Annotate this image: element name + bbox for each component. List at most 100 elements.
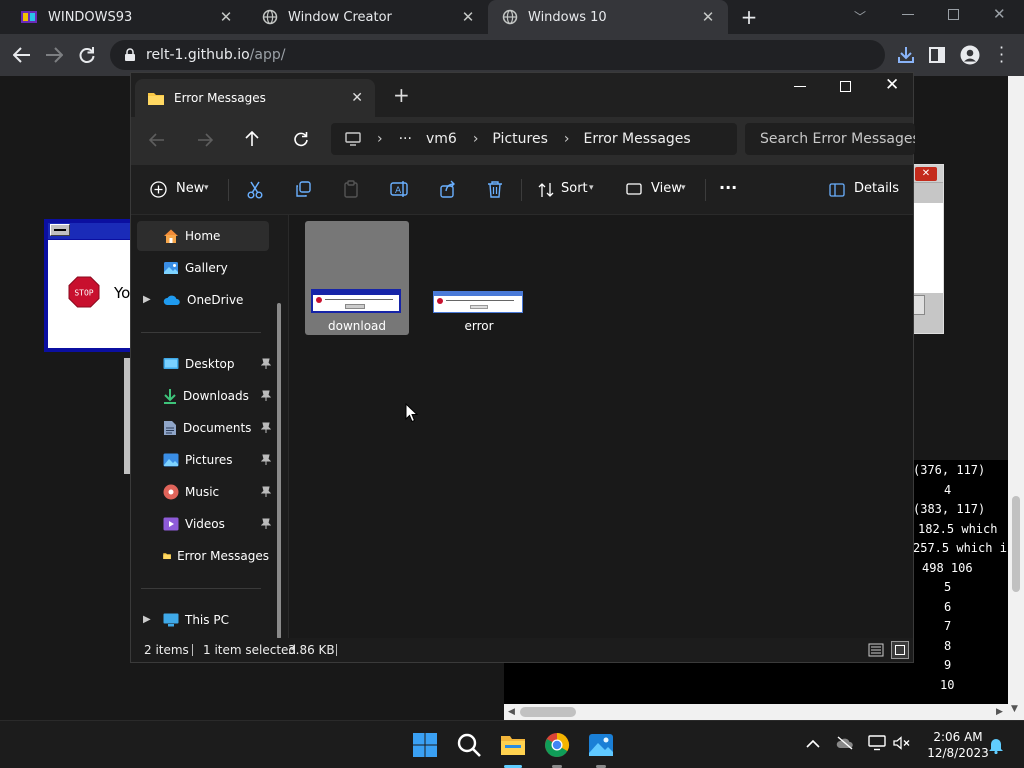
refresh-icon[interactable] [293, 131, 309, 147]
divider [228, 179, 229, 201]
divider [705, 179, 706, 201]
back-arrow-icon[interactable] [13, 47, 31, 63]
close-tab-icon[interactable]: ✕ [700, 8, 716, 26]
up-arrow-icon[interactable] [245, 131, 259, 147]
site-info-icon[interactable] [124, 48, 136, 62]
reload-icon[interactable] [78, 46, 96, 64]
back-arrow-icon[interactable] [149, 133, 165, 147]
browser-tab-window-creator[interactable]: Window Creator ✕ [248, 0, 488, 34]
minimize-window-icon[interactable] [794, 86, 806, 87]
sidebar-item-desktop[interactable]: Desktop [137, 349, 271, 379]
vertical-scroll-thumb[interactable] [1012, 496, 1020, 592]
sidebar-item-onedrive[interactable]: ▶ OneDrive [137, 285, 269, 315]
chevron-right-icon[interactable]: ▶ [143, 294, 151, 305]
address-bar[interactable]: relt-1.github.io/app/ [110, 40, 885, 70]
pin-icon[interactable] [261, 422, 271, 434]
scroll-down-arrow-icon[interactable]: ▼ [1011, 704, 1018, 714]
large-icons-view-toggle-icon[interactable] [891, 641, 909, 659]
divider [521, 179, 522, 201]
file-item-error[interactable]: error [427, 221, 531, 335]
show-hidden-icons-chevron-icon[interactable] [806, 739, 820, 749]
sidebar-item-documents[interactable]: Documents [137, 413, 271, 443]
pin-icon[interactable] [261, 518, 271, 530]
forward-arrow-icon[interactable] [45, 47, 63, 63]
close-tab-icon[interactable]: ✕ [218, 8, 234, 26]
dialog-minimize-button[interactable] [50, 224, 70, 236]
download-icon[interactable] [896, 45, 916, 65]
sidebar-item-home[interactable]: Home [137, 221, 269, 251]
minimize-browser-icon[interactable] [902, 14, 914, 15]
sidebar-item-this-pc[interactable]: ▶ This PC [137, 605, 269, 635]
tab-search-chevron-icon[interactable]: ﹀ [854, 8, 866, 25]
paste-icon[interactable] [343, 180, 359, 198]
notification-bell-icon[interactable] [988, 736, 1004, 754]
close-window-icon[interactable]: ✕ [885, 75, 899, 95]
url-host: relt-1.github.io [146, 47, 250, 63]
browser-menu-kebab-icon[interactable]: · · · [999, 40, 1004, 70]
file-item-download[interactable]: download [305, 221, 409, 335]
scroll-left-arrow-icon[interactable]: ◀ [508, 707, 515, 717]
share-icon[interactable] [439, 180, 457, 198]
close-tab-icon[interactable]: ✕ [460, 8, 476, 26]
breadcrumb-error-messages[interactable]: Error Messages [583, 131, 690, 147]
sidebar-item-gallery[interactable]: Gallery [137, 253, 269, 283]
folder-icon [163, 553, 171, 560]
chrome-icon[interactable] [543, 731, 571, 759]
system-clock[interactable]: 2:06 AM 12/8/2023 [922, 729, 994, 761]
delete-trash-icon[interactable] [487, 180, 503, 198]
breadcrumb-pictures[interactable]: Pictures [492, 131, 547, 147]
file-explorer-taskbar-icon[interactable] [499, 731, 527, 759]
address-breadcrumb[interactable]: › ··· vm6 › Pictures › Error Messages [331, 123, 737, 155]
details-button[interactable]: Details [821, 177, 905, 203]
explorer-tab-error-messages[interactable]: Error Messages ✕ [135, 79, 375, 117]
horizontal-scroll-thumb[interactable] [520, 707, 576, 717]
browser-tab-windows93[interactable]: WINDOWS93 ✕ [6, 0, 246, 34]
side-panel-icon[interactable] [929, 47, 945, 63]
sidebar-item-videos[interactable]: Videos [137, 509, 271, 539]
volume-muted-icon[interactable] [893, 736, 911, 750]
horizontal-scrollbar[interactable]: ◀ ▶ [504, 704, 1008, 720]
new-button[interactable]: New ▾ [143, 177, 219, 203]
maximize-window-icon[interactable] [840, 81, 851, 92]
close-tab-icon[interactable]: ✕ [351, 90, 363, 106]
scroll-right-arrow-icon[interactable]: ▶ [996, 707, 1003, 717]
rename-icon[interactable]: A [390, 180, 408, 198]
sidebar-scrollbar[interactable] [277, 303, 281, 639]
copy-icon[interactable] [295, 181, 311, 197]
browser-tab-windows10[interactable]: Windows 10 ✕ [488, 0, 728, 34]
breadcrumb-overflow[interactable]: ··· [399, 131, 412, 147]
sort-button[interactable]: Sort ▾ [533, 177, 603, 203]
chevron-right-icon[interactable]: ▶ [143, 614, 151, 625]
vertical-scrollbar[interactable]: ▼ [1008, 76, 1024, 720]
stop-sign-icon: STOP [68, 276, 100, 308]
pin-icon[interactable] [261, 486, 271, 498]
start-windows-icon[interactable] [411, 731, 439, 759]
pin-icon[interactable] [261, 390, 271, 402]
view-button[interactable]: View ▾ [621, 177, 695, 203]
sidebar-item-error-messages[interactable]: Error Messages [137, 541, 269, 571]
windows93-stop-dialog[interactable]: STOP Yo [44, 219, 136, 352]
sidebar-item-pictures[interactable]: Pictures [137, 445, 271, 475]
search-icon[interactable] [455, 731, 483, 759]
photos-app-icon[interactable] [587, 731, 615, 759]
file-explorer-window[interactable]: Error Messages ✕ + ✕ › ··· vm6 › Picture… [130, 72, 915, 663]
network-icon[interactable] [868, 735, 886, 751]
new-tab-button[interactable]: + [393, 83, 410, 107]
search-input[interactable]: Search Error Messages [745, 123, 915, 155]
sidebar-item-music[interactable]: Music [137, 477, 271, 507]
cut-icon[interactable] [247, 181, 263, 199]
close-browser-icon[interactable]: ✕ [993, 5, 1006, 23]
profile-icon[interactable] [960, 45, 980, 65]
background-dialog-close-icon[interactable]: ✕ [915, 167, 937, 181]
details-view-toggle-icon[interactable] [868, 642, 884, 658]
sidebar-item-downloads[interactable]: Downloads [137, 381, 271, 411]
pin-icon[interactable] [261, 358, 271, 370]
see-more-button[interactable]: ··· [719, 178, 737, 197]
onedrive-offline-icon[interactable] [836, 736, 854, 750]
forward-arrow-icon[interactable] [197, 133, 213, 147]
breadcrumb-vm6[interactable]: vm6 [426, 131, 457, 147]
background-dialog-button[interactable] [913, 295, 925, 315]
pin-icon[interactable] [261, 454, 271, 466]
restore-browser-icon[interactable] [948, 9, 959, 20]
new-tab-button[interactable]: + [738, 6, 760, 28]
